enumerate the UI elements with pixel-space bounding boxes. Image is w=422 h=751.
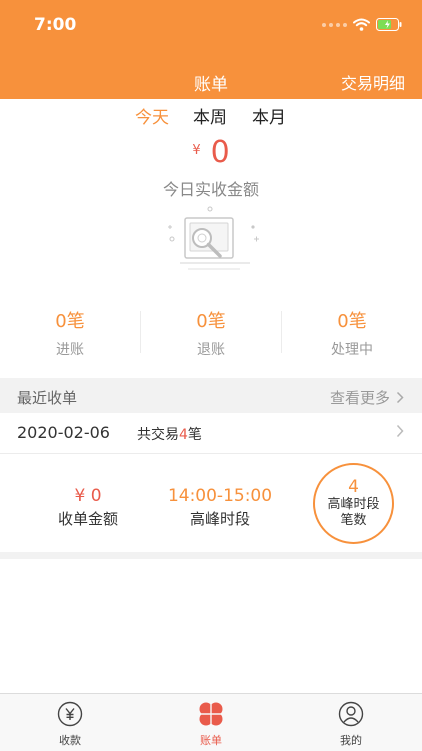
day-summary-card: ¥ 0 收单金额 14:00-15:00 高峰时段 4 高峰时段笔数 (0, 454, 422, 552)
order-amount-value: ¥ 0 (74, 486, 102, 506)
recent-orders-header: 最近收单 查看更多 (0, 378, 422, 413)
peak-time-value: 14:00-15:00 (167, 486, 273, 506)
tab-mine[interactable]: 我的 (311, 701, 391, 748)
today-amount: ¥0 (0, 135, 422, 170)
empty-records-icon (168, 206, 259, 270)
tab-this-week[interactable]: 本周 (193, 103, 227, 128)
amount-value: 0 (210, 135, 230, 170)
peak-time-label: 高峰时段 (189, 510, 250, 528)
tab-bills[interactable]: 账单 (171, 701, 251, 748)
chevron-right-icon (396, 391, 404, 404)
tab-today[interactable]: 今天 (135, 103, 169, 128)
day-transaction-summary: 共交易4笔 (137, 424, 202, 444)
tab-bills-label: 账单 (200, 734, 222, 747)
order-amount: ¥ 0 收单金额 (44, 486, 132, 529)
stat-refund-label: 退账 (197, 342, 225, 358)
transaction-details-link[interactable]: 交易明细 (341, 70, 405, 94)
stat-incoming: 0笔 进账 (0, 307, 140, 359)
clover-icon (199, 702, 223, 726)
stat-incoming-value: 0笔 (55, 311, 85, 332)
peak-count-value: 4 (348, 477, 359, 497)
stat-refund: 0笔 退账 (141, 307, 281, 359)
view-more-button[interactable]: 查看更多 (330, 387, 404, 408)
wifi-icon (353, 18, 370, 31)
view-more-label: 查看更多 (329, 389, 390, 407)
signal-icon (322, 22, 347, 27)
stat-processing-label: 处理中 (331, 342, 373, 358)
day-date: 2020-02-06 (17, 423, 110, 442)
recent-orders-title: 最近收单 (17, 389, 78, 407)
section-separator (0, 552, 422, 559)
day-transaction-count: 4 (179, 427, 188, 443)
currency-symbol: ¥ (192, 143, 201, 158)
peak-count-label: 高峰时段笔数 (327, 497, 380, 528)
tab-this-month[interactable]: 本月 (252, 103, 286, 128)
status-icons (322, 18, 402, 31)
tab-mine-label: 我的 (340, 734, 362, 747)
stats-row: 0笔 进账 0笔 退账 0笔 处理中 (0, 307, 422, 363)
period-tabs: 今天 本周 本月 (0, 103, 422, 129)
status-time: 7:00 (34, 15, 77, 35)
nav-header: 7:00 账单 交易明细 (0, 0, 422, 99)
stat-processing: 0笔 处理中 (282, 307, 422, 359)
order-amount-label: 收单金额 (57, 510, 118, 528)
amount-label: 今日实收金额 (162, 180, 259, 199)
stat-incoming-label: 进账 (56, 342, 84, 358)
day-summary-prefix: 共交易 (137, 427, 179, 443)
day-record-row[interactable]: 2020-02-06 共交易4笔 (0, 413, 422, 454)
bottom-tab-bar: 收款 账单 我的 (0, 693, 422, 751)
user-icon (338, 701, 364, 727)
peak-count-badge: 4 高峰时段笔数 (313, 463, 394, 544)
stat-processing-value: 0笔 (337, 311, 367, 332)
peak-time: 14:00-15:00 高峰时段 (156, 486, 284, 529)
tab-collect[interactable]: 收款 (30, 701, 110, 748)
stat-refund-value: 0笔 (196, 311, 226, 332)
chevron-right-icon (396, 424, 404, 438)
yen-circle-icon (57, 701, 83, 727)
tab-collect-label: 收款 (59, 734, 81, 747)
day-summary-suffix: 笔 (187, 427, 202, 443)
battery-icon (376, 18, 402, 31)
